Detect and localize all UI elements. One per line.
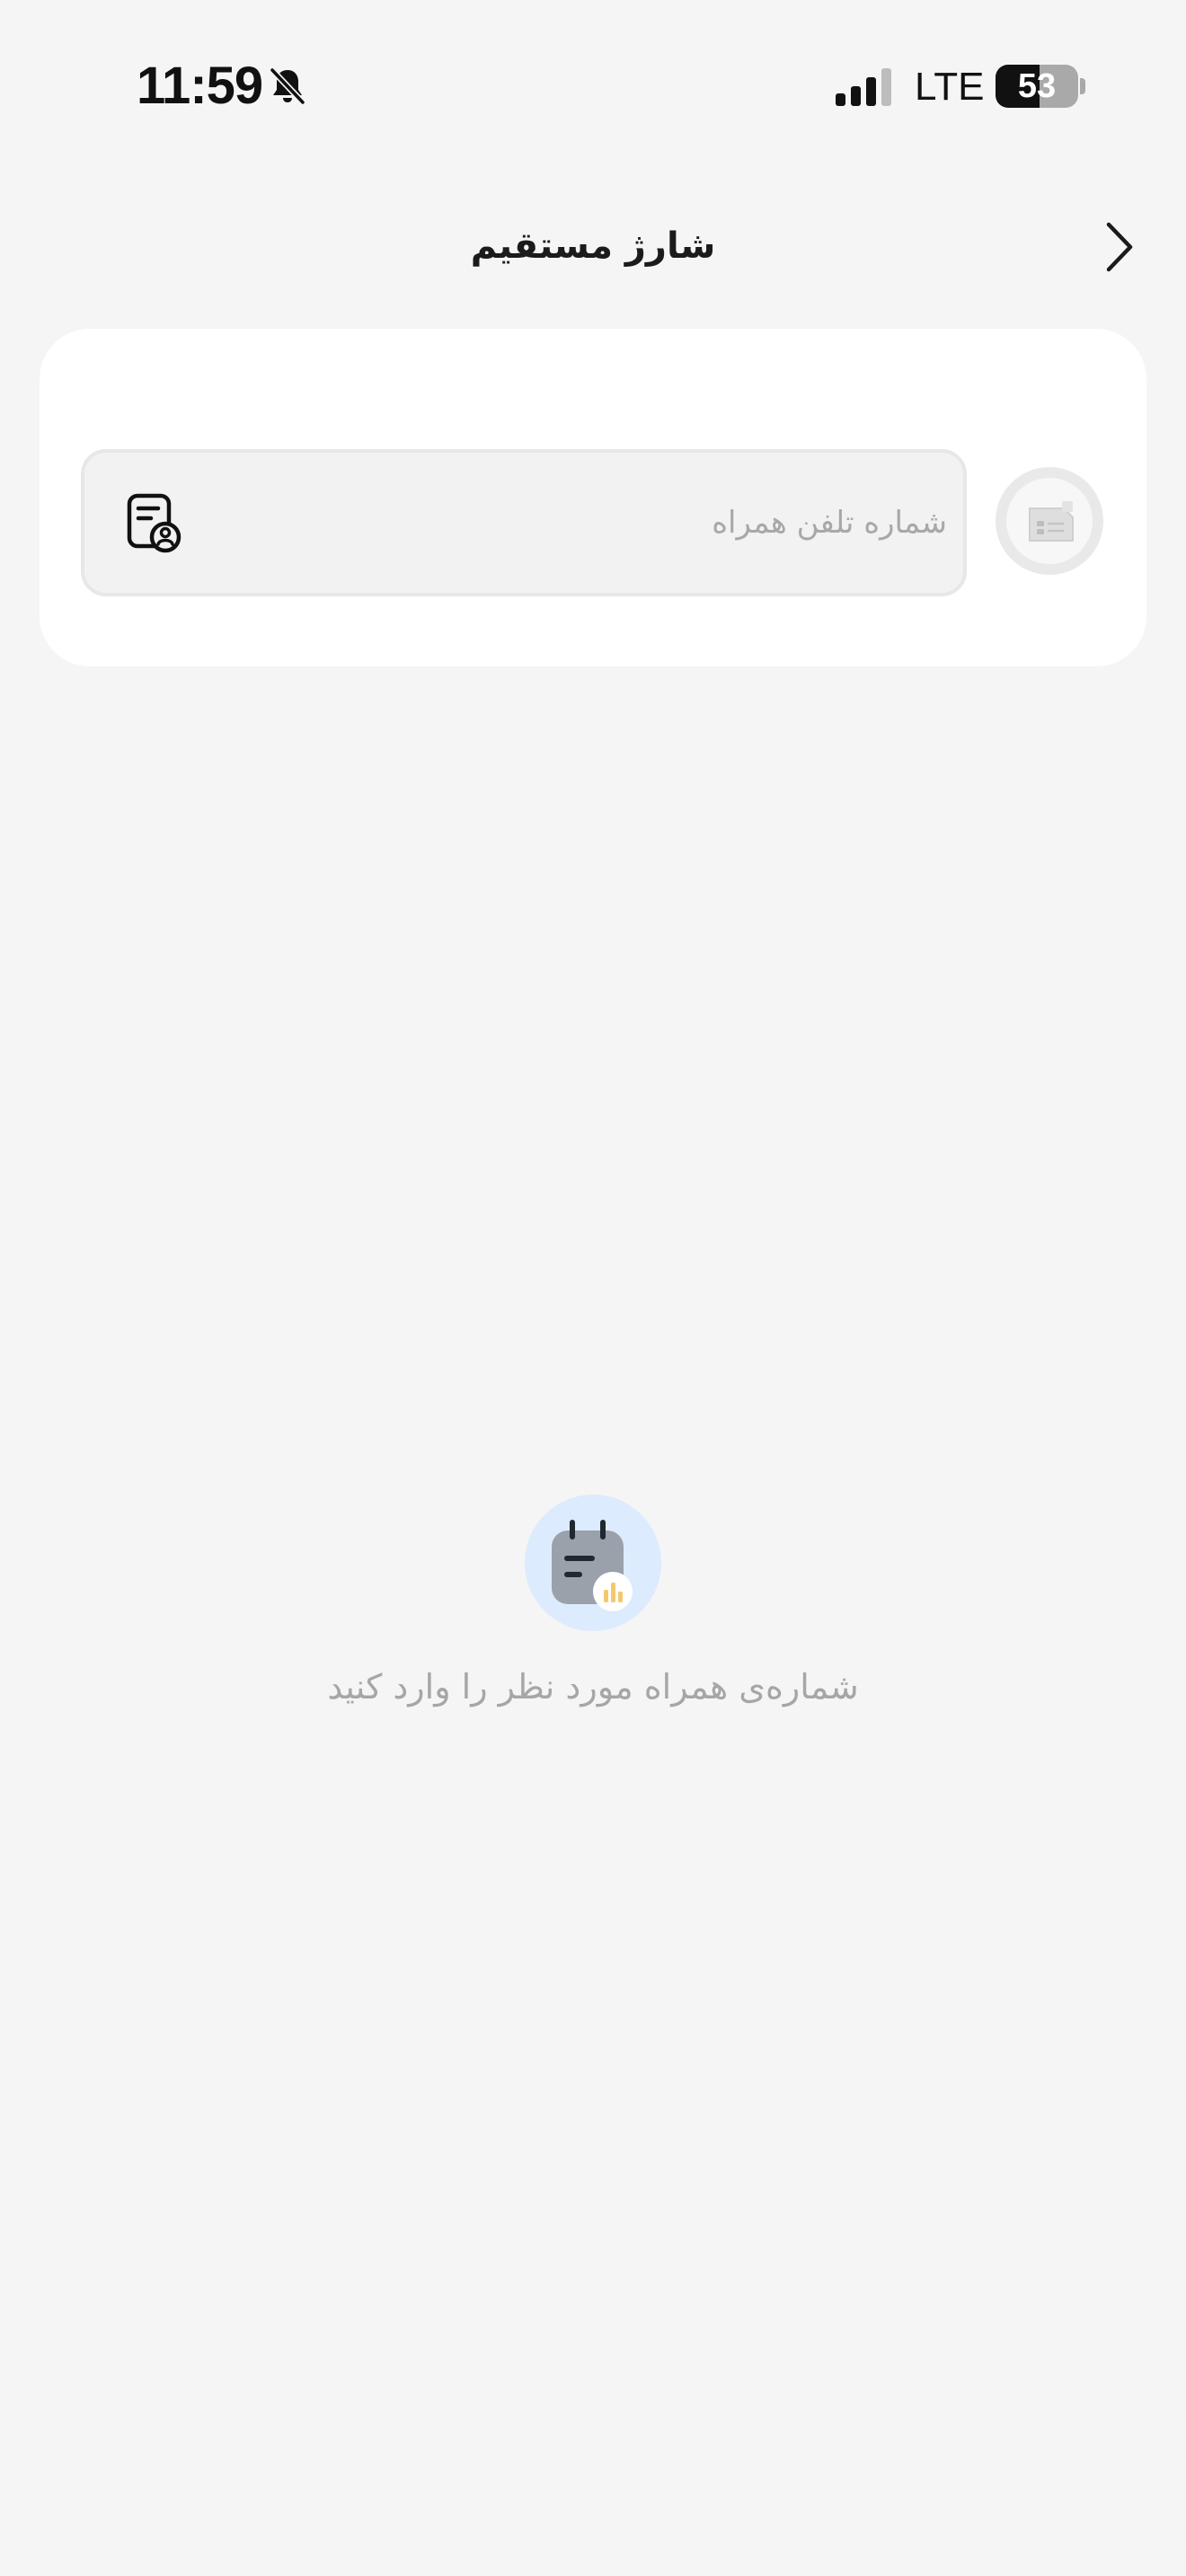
phone-input-card bbox=[40, 329, 1146, 666]
empty-state-icon-wrapper bbox=[525, 1495, 661, 1631]
operator-logo[interactable] bbox=[996, 467, 1103, 575]
empty-state-message: شماره‌ی همراه مورد نظر را وارد کنید bbox=[327, 1667, 859, 1707]
battery-indicator: 53 bbox=[996, 65, 1078, 108]
operator-logo-inner bbox=[1006, 478, 1093, 564]
battery-level-text: 53 bbox=[1017, 67, 1057, 105]
phone-number-input[interactable] bbox=[192, 453, 947, 593]
cellular-signal-icon bbox=[836, 68, 891, 106]
network-type-label: LTE bbox=[915, 65, 985, 109]
back-button[interactable] bbox=[1087, 216, 1150, 278]
chevron-right-icon bbox=[1106, 222, 1133, 272]
phone-field bbox=[81, 449, 967, 596]
contact-list-icon bbox=[127, 493, 181, 553]
sim-card-icon bbox=[1029, 501, 1074, 542]
contacts-button[interactable] bbox=[120, 490, 185, 555]
battery-cap bbox=[1080, 78, 1085, 94]
calendar-chart-icon bbox=[552, 1520, 633, 1611]
bell-slash-icon bbox=[269, 66, 306, 106]
page-title: شارژ مستقیم bbox=[470, 225, 716, 267]
status-time: 11:59 bbox=[137, 57, 263, 115]
